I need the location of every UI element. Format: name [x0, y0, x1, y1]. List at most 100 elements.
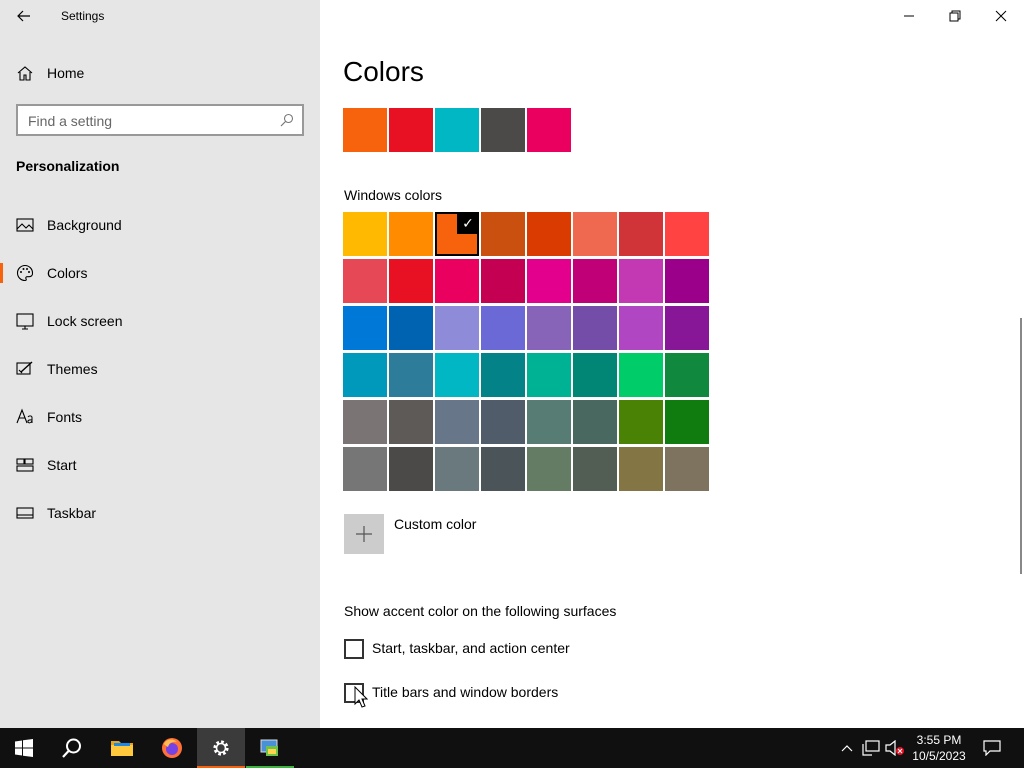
color-swatch[interactable] — [343, 212, 387, 256]
color-swatch[interactable] — [573, 400, 617, 444]
color-swatch[interactable] — [573, 447, 617, 491]
color-swatch[interactable] — [665, 212, 709, 256]
sidebar-item-background[interactable]: Background — [0, 205, 320, 245]
color-swatch[interactable] — [573, 306, 617, 350]
home-icon — [17, 66, 33, 81]
network-button[interactable] — [860, 728, 882, 768]
palette-icon — [17, 264, 34, 282]
color-swatch[interactable] — [619, 306, 663, 350]
start-taskbar-checkbox[interactable] — [344, 639, 364, 659]
lock-screen-icon — [16, 313, 34, 330]
color-swatch[interactable] — [435, 306, 479, 350]
color-swatch[interactable] — [481, 353, 525, 397]
firefox-button[interactable] — [148, 728, 196, 768]
custom-color-label[interactable]: Custom color — [394, 516, 476, 532]
color-swatch[interactable] — [573, 259, 617, 303]
image-icon — [16, 218, 34, 232]
color-swatch[interactable] — [665, 400, 709, 444]
color-swatch[interactable] — [389, 306, 433, 350]
color-swatch[interactable] — [665, 447, 709, 491]
recent-color-swatch[interactable] — [389, 108, 433, 152]
color-swatch[interactable] — [619, 259, 663, 303]
color-swatch[interactable] — [343, 353, 387, 397]
color-swatch[interactable] — [389, 259, 433, 303]
scrollbar[interactable] — [1020, 318, 1022, 574]
color-swatch[interactable] — [343, 306, 387, 350]
color-swatch[interactable] — [481, 259, 525, 303]
control-panel-taskbar-button[interactable] — [246, 728, 294, 768]
sidebar-item-taskbar[interactable]: Taskbar — [0, 493, 320, 533]
color-swatch[interactable] — [665, 259, 709, 303]
section-title: Personalization — [16, 158, 120, 174]
color-swatch[interactable] — [435, 447, 479, 491]
color-swatch[interactable] — [435, 259, 479, 303]
color-swatch[interactable] — [573, 353, 617, 397]
color-swatch[interactable] — [481, 400, 525, 444]
color-swatch[interactable] — [527, 447, 571, 491]
sidebar-item-lock-screen[interactable]: Lock screen — [0, 301, 320, 341]
sidebar-item-home[interactable]: Home — [0, 56, 320, 90]
settings-taskbar-button[interactable] — [197, 728, 245, 768]
color-swatch[interactable] — [343, 259, 387, 303]
color-swatch-selected[interactable]: ✓ — [435, 212, 479, 256]
sidebar-item-label: Background — [47, 217, 122, 233]
color-swatch[interactable] — [389, 447, 433, 491]
recent-color-swatch[interactable] — [435, 108, 479, 152]
search-button[interactable] — [48, 728, 96, 768]
color-swatch[interactable] — [619, 212, 663, 256]
color-swatch[interactable] — [435, 400, 479, 444]
restore-button[interactable] — [932, 0, 978, 32]
action-center-button[interactable] — [980, 728, 1004, 768]
recent-color-swatch[interactable] — [343, 108, 387, 152]
sidebar-item-colors[interactable]: Colors — [0, 253, 320, 293]
color-swatch[interactable] — [481, 447, 525, 491]
color-swatch[interactable] — [527, 353, 571, 397]
color-swatch[interactable] — [665, 306, 709, 350]
color-swatch[interactable] — [619, 447, 663, 491]
color-swatch[interactable] — [389, 400, 433, 444]
start-button[interactable] — [0, 728, 48, 768]
back-button[interactable] — [8, 0, 40, 32]
taskbar-icon — [16, 507, 34, 519]
start-icon — [16, 458, 34, 472]
color-swatch[interactable] — [527, 259, 571, 303]
color-swatch[interactable] — [343, 447, 387, 491]
taskbar: 3:55 PM 10/5/2023 — [0, 728, 1024, 768]
color-swatch[interactable] — [527, 400, 571, 444]
sidebar-item-label: Colors — [47, 265, 88, 281]
taskbar-clock[interactable]: 3:55 PM 10/5/2023 — [908, 732, 970, 764]
color-swatch[interactable] — [619, 400, 663, 444]
color-swatch[interactable] — [573, 212, 617, 256]
fonts-icon — [16, 408, 33, 424]
recent-color-swatch[interactable] — [527, 108, 571, 152]
color-swatch[interactable] — [389, 212, 433, 256]
search-input[interactable]: Find a setting — [16, 104, 304, 136]
close-button[interactable] — [978, 0, 1024, 32]
color-swatch[interactable] — [527, 212, 571, 256]
notification-icon — [983, 740, 1001, 756]
color-swatch[interactable] — [435, 353, 479, 397]
minimize-button[interactable] — [886, 0, 932, 32]
sidebar-item-themes[interactable]: Themes — [0, 349, 320, 389]
show-hidden-icons-button[interactable] — [836, 728, 858, 768]
color-swatch[interactable] — [343, 400, 387, 444]
sidebar-item-start[interactable]: Start — [0, 445, 320, 485]
windows-logo-icon — [15, 739, 33, 757]
surfaces-label: Show accent color on the following surfa… — [344, 603, 617, 619]
sidebar-item-label: Lock screen — [47, 313, 123, 329]
file-explorer-button[interactable] — [98, 728, 146, 768]
clock-date: 10/5/2023 — [912, 749, 966, 763]
color-swatch[interactable] — [389, 353, 433, 397]
sidebar-item-label: Themes — [47, 361, 98, 377]
custom-color-button[interactable] — [344, 514, 384, 554]
gear-icon — [213, 740, 229, 756]
color-swatch[interactable] — [481, 306, 525, 350]
recent-color-swatch[interactable] — [481, 108, 525, 152]
volume-button[interactable] — [884, 728, 906, 768]
color-swatch[interactable] — [619, 353, 663, 397]
color-swatch[interactable] — [481, 212, 525, 256]
color-swatch[interactable] — [527, 306, 571, 350]
colors-page: Colors Windows colors ✓ Custom color Sho… — [320, 0, 1024, 728]
sidebar-item-fonts[interactable]: Fonts — [0, 397, 320, 437]
color-swatch[interactable] — [665, 353, 709, 397]
